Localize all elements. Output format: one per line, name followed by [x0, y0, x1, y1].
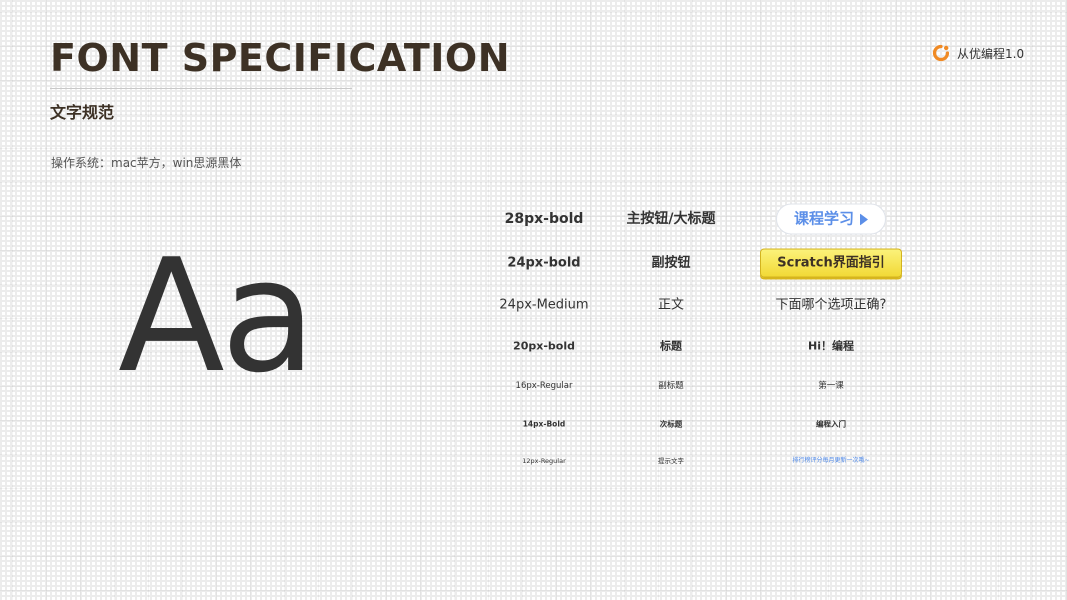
heading-example: Hi！编程 — [808, 339, 854, 353]
spec-row: 28px-bold 主按钮/大标题 课程学习 — [0, 203, 1067, 235]
usage-label: 次标题 — [659, 419, 683, 429]
os-font-note: 操作系统：mac苹方，win思源黑体 — [51, 156, 242, 170]
spec-row: 16px-Regular 副标题 第一课 — [0, 382, 1067, 390]
course-study-label: 课程学习 — [793, 209, 855, 228]
usage-label: 副按钮 — [651, 255, 691, 271]
spec-row: 24px-Medium 正文 下面哪个选项正确? — [0, 299, 1067, 312]
spec-label: 16px-Regular — [515, 380, 573, 391]
spec-label: 20px-bold — [513, 339, 575, 353]
spec-label: 24px-bold — [507, 255, 581, 271]
course-study-button[interactable]: 课程学习 — [775, 203, 887, 235]
usage-label: 正文 — [657, 297, 685, 313]
scratch-guide-button[interactable]: Scratch界面指引 — [760, 248, 902, 278]
brand: 从优编程1.0 — [932, 44, 1024, 62]
spec-label: 14px-Bold — [522, 419, 566, 429]
spec-label: 12px-Regular — [522, 456, 566, 465]
minor-heading-example: 编程入门 — [816, 419, 846, 429]
usage-label: 副标题 — [658, 380, 684, 391]
page-subtitle: 文字规范 — [50, 103, 115, 122]
refresh-circle-icon — [932, 44, 950, 62]
usage-label: 标题 — [660, 339, 682, 353]
scratch-guide-label: Scratch界面指引 — [760, 248, 902, 278]
usage-label: 主按钮/大标题 — [626, 211, 716, 227]
font-sample-glyphs: Aa — [118, 225, 316, 407]
usage-label: 提示文字 — [658, 456, 684, 465]
play-icon — [860, 213, 869, 225]
title-divider — [50, 88, 352, 89]
page-title: FONT SPECIFICATION — [50, 36, 511, 80]
body-text-example: 下面哪个选项正确? — [775, 297, 887, 313]
spec-label: 28px-bold — [504, 211, 584, 227]
subheading-example: 第一课 — [818, 380, 844, 391]
brand-name: 从优编程1.0 — [957, 46, 1025, 61]
spec-row: 24px-bold 副按钮 Scratch界面指引 — [0, 248, 1067, 278]
spec-label: 24px-Medium — [499, 297, 589, 313]
spec-row: 12px-Regular 提示文字 排行榜评分每月更新一次哦~ — [0, 456, 1067, 465]
spec-row: 14px-Bold 次标题 编程入门 — [0, 420, 1067, 427]
spec-row: 20px-bold 标题 Hi！编程 — [0, 341, 1067, 352]
leaderboard-hint-link[interactable]: 排行榜评分每月更新一次哦~ — [792, 458, 869, 464]
